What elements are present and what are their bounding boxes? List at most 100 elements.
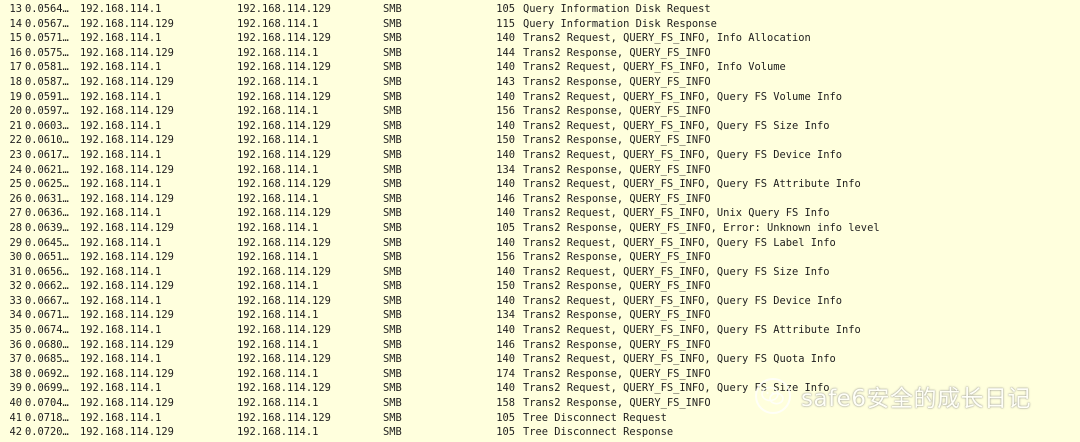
packet-number: 34: [9, 309, 22, 322]
packet-time: 0.0575…: [25, 46, 69, 59]
packet-destination: 192.168.114.129: [237, 148, 331, 161]
packet-source: 192.168.114.1: [80, 3, 162, 15]
packet-info: Trans2 Response, QUERY_FS_INFO: [523, 46, 711, 59]
packet-row[interactable]: 22 0.0610… 192.168.114.129 192.168.114.1 SMB…: [0, 133, 1080, 148]
packet-protocol: SMB: [383, 134, 402, 147]
packet-protocol: SMB: [383, 46, 402, 59]
packet-destination: 192.168.114.1: [237, 338, 319, 351]
packet-destination: 192.168.114.1: [237, 309, 319, 322]
packet-row[interactable]: 29 0.0645… 192.168.114.1 192.168.114.129 SMB…: [0, 236, 1080, 251]
packet-row[interactable]: 25 0.0625… 192.168.114.1 192.168.114.129 SMB…: [0, 177, 1080, 192]
packet-row[interactable]: 23 0.0617… 192.168.114.1 192.168.114.129 SMB…: [0, 148, 1080, 163]
packet-row[interactable]: 36 0.0680… 192.168.114.129 192.168.114.1 SMB…: [0, 338, 1080, 353]
packet-destination: 192.168.114.129: [237, 90, 331, 103]
packet-destination: 192.168.114.1: [237, 46, 319, 59]
packet-row[interactable]: 19 0.0591… 192.168.114.1 192.168.114.129 SMB…: [0, 90, 1080, 105]
packet-number: 28: [9, 221, 22, 234]
packet-source: 192.168.114.1: [80, 294, 162, 307]
packet-row[interactable]: 24 0.0621… 192.168.114.129 192.168.114.1 SMB…: [0, 163, 1080, 178]
packet-row[interactable]: 26 0.0631… 192.168.114.129 192.168.114.1 SMB…: [0, 192, 1080, 207]
packet-number: 41: [9, 411, 22, 424]
packet-length: 140: [496, 119, 515, 132]
packet-row[interactable]: 15 0.0571… 192.168.114.1 192.168.114.129 SMB…: [0, 31, 1080, 46]
packet-time: 0.0636…: [25, 207, 69, 220]
packet-row[interactable]: 40 0.0704… 192.168.114.129 192.168.114.1 SMB…: [0, 396, 1080, 411]
packet-destination: 192.168.114.1: [237, 426, 319, 439]
packet-length: 134: [496, 163, 515, 176]
packet-destination: 192.168.114.129: [237, 119, 331, 132]
packet-row[interactable]: 17 0.0581… 192.168.114.1 192.168.114.129 SMB…: [0, 60, 1080, 75]
packet-row[interactable]: 35 0.0674… 192.168.114.1 192.168.114.129 SMB…: [0, 323, 1080, 338]
packet-length: 105: [496, 411, 515, 424]
packet-number: 36: [9, 338, 22, 351]
packet-time: 0.0567…: [25, 17, 69, 30]
packet-info: Query Information Disk Request: [523, 3, 711, 15]
packet-time: 0.0603…: [25, 119, 69, 132]
packet-row[interactable]: 14 0.0567… 192.168.114.129 192.168.114.1 SMB…: [0, 17, 1080, 32]
packet-row[interactable]: 28 0.0639… 192.168.114.129 192.168.114.1 SMB…: [0, 221, 1080, 236]
packet-protocol: SMB: [383, 367, 402, 380]
packet-number: 19: [9, 90, 22, 103]
packet-protocol: SMB: [383, 426, 402, 439]
packet-row[interactable]: 41 0.0718… 192.168.114.1 192.168.114.129 SMB…: [0, 411, 1080, 426]
packet-destination: 192.168.114.1: [237, 134, 319, 147]
packet-source: 192.168.114.1: [80, 178, 162, 191]
packet-source: 192.168.114.129: [80, 309, 174, 322]
packet-info: Trans2 Request, QUERY_FS_INFO, Unix Quer…: [523, 207, 830, 220]
packet-row[interactable]: 32 0.0662… 192.168.114.129 192.168.114.1 SMB…: [0, 279, 1080, 294]
packet-info: Trans2 Response, QUERY_FS_INFO: [523, 367, 711, 380]
packet-length: 140: [496, 382, 515, 395]
packet-row[interactable]: 42 0.0720… 192.168.114.129 192.168.114.1 SMB…: [0, 425, 1080, 440]
packet-protocol: SMB: [383, 90, 402, 103]
packet-row[interactable]: 18 0.0587… 192.168.114.129 192.168.114.1 SMB…: [0, 75, 1080, 90]
packet-length: 156: [496, 105, 515, 118]
packet-row[interactable]: 30 0.0651… 192.168.114.129 192.168.114.1 SMB…: [0, 250, 1080, 265]
packet-row[interactable]: 33 0.0667… 192.168.114.1 192.168.114.129 SMB…: [0, 294, 1080, 309]
packet-row[interactable]: 21 0.0603… 192.168.114.1 192.168.114.129 SMB…: [0, 119, 1080, 134]
packet-source: 192.168.114.129: [80, 397, 174, 410]
packet-row[interactable]: 27 0.0636… 192.168.114.1 192.168.114.129 SMB…: [0, 206, 1080, 221]
packet-destination: 192.168.114.129: [237, 382, 331, 395]
packet-length: 140: [496, 32, 515, 45]
packet-row[interactable]: 34 0.0671… 192.168.114.129 192.168.114.1 SMB…: [0, 308, 1080, 323]
packet-protocol: SMB: [383, 338, 402, 351]
packet-time: 0.0692…: [25, 367, 69, 380]
packet-length: 146: [496, 338, 515, 351]
packet-info: Trans2 Response, QUERY_FS_INFO: [523, 134, 711, 147]
packet-info: Trans2 Request, QUERY_FS_INFO, Query FS …: [523, 90, 843, 103]
packet-time: 0.0680…: [25, 338, 69, 351]
packet-list[interactable]: 13 0.0564… 192.168.114.1 192.168.114.129 SMB…: [0, 2, 1080, 440]
packet-number: 42: [9, 426, 22, 439]
packet-destination: 192.168.114.129: [237, 207, 331, 220]
packet-destination: 192.168.114.129: [237, 265, 331, 278]
packet-time: 0.0645…: [25, 236, 69, 249]
packet-destination: 192.168.114.1: [237, 280, 319, 293]
packet-time: 0.0662…: [25, 280, 69, 293]
packet-row[interactable]: 13 0.0564… 192.168.114.1 192.168.114.129 SMB…: [0, 2, 1080, 17]
packet-destination: 192.168.114.129: [237, 178, 331, 191]
packet-source: 192.168.114.129: [80, 17, 174, 30]
packet-protocol: SMB: [383, 280, 402, 293]
packet-length: 140: [496, 207, 515, 220]
packet-row[interactable]: 20 0.0597… 192.168.114.129 192.168.114.1 SMB…: [0, 104, 1080, 119]
packet-info: Trans2 Response, QUERY_FS_INFO: [523, 75, 711, 88]
packet-number: 30: [9, 251, 22, 264]
packet-row[interactable]: 16 0.0575… 192.168.114.129 192.168.114.1 SMB…: [0, 46, 1080, 61]
packet-destination: 192.168.114.1: [237, 163, 319, 176]
packet-row[interactable]: 39 0.0699… 192.168.114.1 192.168.114.129 SMB…: [0, 381, 1080, 396]
packet-row[interactable]: 31 0.0656… 192.168.114.1 192.168.114.129 SMB…: [0, 265, 1080, 280]
packet-source: 192.168.114.129: [80, 134, 174, 147]
packet-info: Trans2 Request, QUERY_FS_INFO, Query FS …: [523, 294, 843, 307]
packet-protocol: SMB: [383, 251, 402, 264]
packet-source: 192.168.114.129: [80, 75, 174, 88]
packet-length: 105: [496, 3, 515, 15]
packet-protocol: SMB: [383, 148, 402, 161]
packet-source: 192.168.114.129: [80, 367, 174, 380]
packet-row[interactable]: 38 0.0692… 192.168.114.129 192.168.114.1 SMB…: [0, 367, 1080, 382]
packet-time: 0.0617…: [25, 148, 69, 161]
packet-protocol: SMB: [383, 61, 402, 74]
packet-protocol: SMB: [383, 3, 402, 15]
packet-time: 0.0597…: [25, 105, 69, 118]
packet-row[interactable]: 37 0.0685… 192.168.114.1 192.168.114.129 SMB…: [0, 352, 1080, 367]
packet-protocol: SMB: [383, 309, 402, 322]
